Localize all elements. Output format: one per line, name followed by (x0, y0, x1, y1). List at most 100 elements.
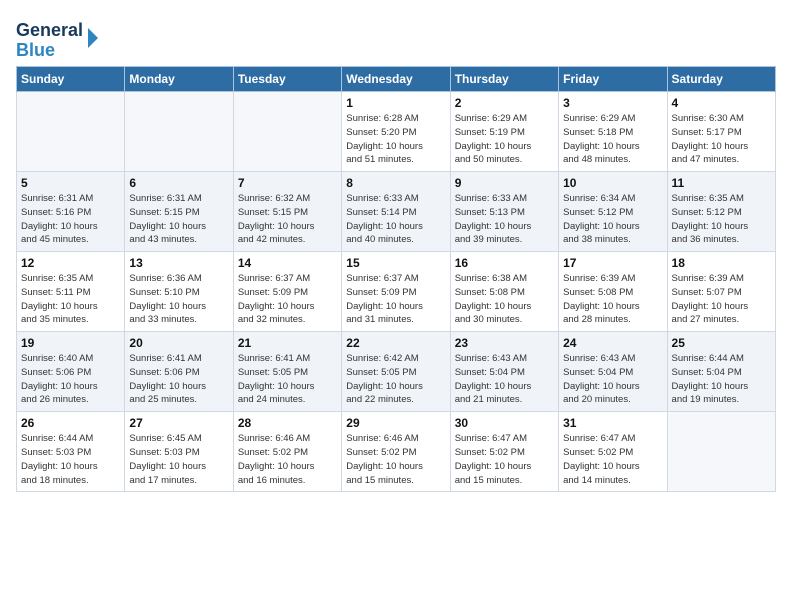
day-number: 14 (238, 256, 337, 270)
calendar-week-row: 1 Sunrise: 6:28 AMSunset: 5:20 PMDaylight… (17, 92, 776, 172)
day-info: Sunrise: 6:39 AMSunset: 5:08 PMDaylight:… (563, 272, 662, 327)
day-info: Sunrise: 6:35 AMSunset: 5:12 PMDaylight:… (672, 192, 771, 247)
day-info: Sunrise: 6:31 AMSunset: 5:15 PMDaylight:… (129, 192, 228, 247)
weekday-header: Wednesday (342, 67, 450, 92)
calendar-cell: 6 Sunrise: 6:31 AMSunset: 5:15 PMDaylight… (125, 172, 233, 252)
day-info: Sunrise: 6:28 AMSunset: 5:20 PMDaylight:… (346, 112, 445, 167)
calendar-week-row: 19Sunrise: 6:40 AMSunset: 5:06 PMDayligh… (17, 332, 776, 412)
logo: GeneralBlue (16, 16, 116, 60)
calendar-cell: 20 Sunrise: 6:41 AMSunset: 5:06 PMDayligh… (125, 332, 233, 412)
day-number: 29 (346, 416, 445, 430)
calendar-cell: 22 Sunrise: 6:42 AMSunset: 5:05 PMDayligh… (342, 332, 450, 412)
svg-text:Blue: Blue (16, 40, 55, 60)
calendar-cell: 29 Sunrise: 6:46 AMSunset: 5:02 PMDayligh… (342, 412, 450, 492)
day-info: Sunrise: 6:46 AMSunset: 5:02 PMDaylight:… (238, 432, 337, 487)
page-container: GeneralBlue SundayMondayTuesdayWednesday… (0, 0, 792, 502)
day-info: Sunrise: 6:43 AMSunset: 5:04 PMDaylight:… (455, 352, 554, 407)
calendar-week-row: 26 Sunrise: 6:44 AMSunset: 5:03 PMDayligh… (17, 412, 776, 492)
day-number: 21 (238, 336, 337, 350)
calendar-cell: 1 Sunrise: 6:28 AMSunset: 5:20 PMDaylight… (342, 92, 450, 172)
calendar-week-row: 5Sunrise: 6:31 AMSunset: 5:16 PMDaylight… (17, 172, 776, 252)
calendar-cell: 14 Sunrise: 6:37 AMSunset: 5:09 PMDayligh… (233, 252, 341, 332)
calendar-cell: 10Sunrise: 6:34 AMSunset: 5:12 PMDayligh… (559, 172, 667, 252)
calendar-cell: 21 Sunrise: 6:41 AMSunset: 5:05 PMDayligh… (233, 332, 341, 412)
weekday-header-row: SundayMondayTuesdayWednesdayThursdayFrid… (17, 67, 776, 92)
calendar-cell: 3 Sunrise: 6:29 AMSunset: 5:18 PMDaylight… (559, 92, 667, 172)
day-number: 24 (563, 336, 662, 350)
day-number: 27 (129, 416, 228, 430)
day-number: 16 (455, 256, 554, 270)
day-number: 9 (455, 176, 554, 190)
day-info: Sunrise: 6:44 AMSunset: 5:03 PMDaylight:… (21, 432, 120, 487)
day-info: Sunrise: 6:29 AMSunset: 5:19 PMDaylight:… (455, 112, 554, 167)
calendar-cell: 18Sunrise: 6:39 AMSunset: 5:07 PMDayligh… (667, 252, 775, 332)
day-number: 3 (563, 96, 662, 110)
day-info: Sunrise: 6:46 AMSunset: 5:02 PMDaylight:… (346, 432, 445, 487)
logo-svg: GeneralBlue (16, 16, 116, 60)
day-info: Sunrise: 6:37 AMSunset: 5:09 PMDaylight:… (346, 272, 445, 327)
day-info: Sunrise: 6:47 AMSunset: 5:02 PMDaylight:… (455, 432, 554, 487)
day-number: 13 (129, 256, 228, 270)
calendar-cell: 15 Sunrise: 6:37 AMSunset: 5:09 PMDayligh… (342, 252, 450, 332)
calendar-cell: 7 Sunrise: 6:32 AMSunset: 5:15 PMDaylight… (233, 172, 341, 252)
day-info: Sunrise: 6:29 AMSunset: 5:18 PMDaylight:… (563, 112, 662, 167)
calendar-cell: 5Sunrise: 6:31 AMSunset: 5:16 PMDaylight… (17, 172, 125, 252)
calendar-cell: 12 Sunrise: 6:35 AMSunset: 5:11 PMDayligh… (17, 252, 125, 332)
calendar-cell: 28 Sunrise: 6:46 AMSunset: 5:02 PMDayligh… (233, 412, 341, 492)
day-info: Sunrise: 6:34 AMSunset: 5:12 PMDaylight:… (563, 192, 662, 247)
day-info: Sunrise: 6:32 AMSunset: 5:15 PMDaylight:… (238, 192, 337, 247)
day-info: Sunrise: 6:38 AMSunset: 5:08 PMDaylight:… (455, 272, 554, 327)
day-number: 8 (346, 176, 445, 190)
day-number: 5 (21, 176, 120, 190)
day-info: Sunrise: 6:45 AMSunset: 5:03 PMDaylight:… (129, 432, 228, 487)
header: GeneralBlue (16, 16, 776, 60)
calendar-cell: 13 Sunrise: 6:36 AMSunset: 5:10 PMDayligh… (125, 252, 233, 332)
day-number: 11 (672, 176, 771, 190)
weekday-header: Friday (559, 67, 667, 92)
day-info: Sunrise: 6:33 AMSunset: 5:14 PMDaylight:… (346, 192, 445, 247)
day-number: 7 (238, 176, 337, 190)
day-number: 25 (672, 336, 771, 350)
day-number: 12 (21, 256, 120, 270)
calendar-cell: 4Sunrise: 6:30 AMSunset: 5:17 PMDaylight… (667, 92, 775, 172)
calendar-cell: 8 Sunrise: 6:33 AMSunset: 5:14 PMDaylight… (342, 172, 450, 252)
weekday-header: Tuesday (233, 67, 341, 92)
calendar-table: SundayMondayTuesdayWednesdayThursdayFrid… (16, 66, 776, 492)
day-number: 20 (129, 336, 228, 350)
day-info: Sunrise: 6:36 AMSunset: 5:10 PMDaylight:… (129, 272, 228, 327)
day-number: 30 (455, 416, 554, 430)
calendar-cell: 17 Sunrise: 6:39 AMSunset: 5:08 PMDayligh… (559, 252, 667, 332)
calendar-week-row: 12 Sunrise: 6:35 AMSunset: 5:11 PMDayligh… (17, 252, 776, 332)
day-number: 22 (346, 336, 445, 350)
day-info: Sunrise: 6:42 AMSunset: 5:05 PMDaylight:… (346, 352, 445, 407)
weekday-header: Monday (125, 67, 233, 92)
calendar-cell: 11 Sunrise: 6:35 AMSunset: 5:12 PMDayligh… (667, 172, 775, 252)
calendar-cell: 25Sunrise: 6:44 AMSunset: 5:04 PMDayligh… (667, 332, 775, 412)
calendar-cell (17, 92, 125, 172)
calendar-cell: 19Sunrise: 6:40 AMSunset: 5:06 PMDayligh… (17, 332, 125, 412)
day-number: 1 (346, 96, 445, 110)
day-info: Sunrise: 6:37 AMSunset: 5:09 PMDaylight:… (238, 272, 337, 327)
calendar-cell: 24 Sunrise: 6:43 AMSunset: 5:04 PMDayligh… (559, 332, 667, 412)
day-info: Sunrise: 6:35 AMSunset: 5:11 PMDaylight:… (21, 272, 120, 327)
weekday-header: Thursday (450, 67, 558, 92)
calendar-cell: 31Sunrise: 6:47 AMSunset: 5:02 PMDayligh… (559, 412, 667, 492)
day-info: Sunrise: 6:41 AMSunset: 5:06 PMDaylight:… (129, 352, 228, 407)
day-info: Sunrise: 6:39 AMSunset: 5:07 PMDaylight:… (672, 272, 771, 327)
day-number: 23 (455, 336, 554, 350)
day-info: Sunrise: 6:41 AMSunset: 5:05 PMDaylight:… (238, 352, 337, 407)
day-info: Sunrise: 6:47 AMSunset: 5:02 PMDaylight:… (563, 432, 662, 487)
day-number: 26 (21, 416, 120, 430)
day-info: Sunrise: 6:43 AMSunset: 5:04 PMDaylight:… (563, 352, 662, 407)
calendar-cell: 27 Sunrise: 6:45 AMSunset: 5:03 PMDayligh… (125, 412, 233, 492)
svg-text:General: General (16, 20, 83, 40)
day-number: 17 (563, 256, 662, 270)
day-info: Sunrise: 6:30 AMSunset: 5:17 PMDaylight:… (672, 112, 771, 167)
day-info: Sunrise: 6:40 AMSunset: 5:06 PMDaylight:… (21, 352, 120, 407)
day-number: 15 (346, 256, 445, 270)
calendar-cell: 26 Sunrise: 6:44 AMSunset: 5:03 PMDayligh… (17, 412, 125, 492)
day-number: 28 (238, 416, 337, 430)
calendar-cell: 30 Sunrise: 6:47 AMSunset: 5:02 PMDayligh… (450, 412, 558, 492)
day-number: 6 (129, 176, 228, 190)
calendar-cell (233, 92, 341, 172)
